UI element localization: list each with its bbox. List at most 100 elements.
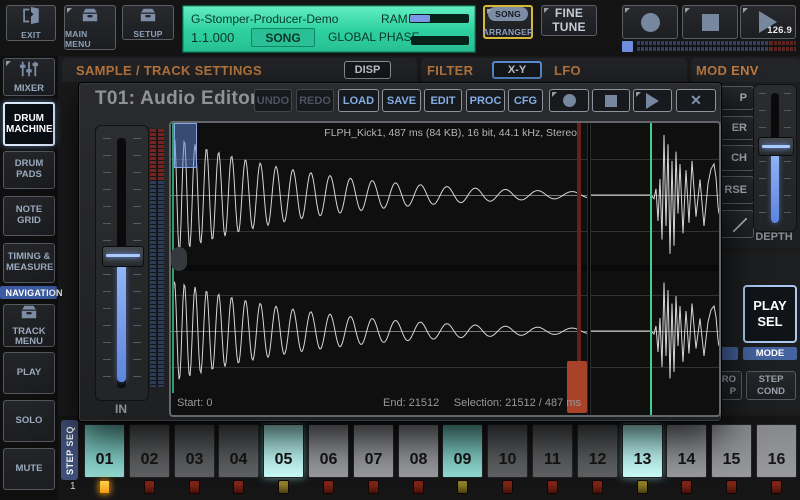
step-15[interactable]: 15	[711, 424, 752, 478]
redo-button[interactable]: REDO	[296, 89, 334, 112]
curve-icon	[733, 218, 747, 232]
sidebar-item-timing-measure[interactable]: TIMING & MEASURE	[3, 243, 55, 283]
fine-tune-button[interactable]: FINE TUNE	[541, 5, 597, 36]
step-number: 07	[365, 451, 383, 469]
play-sel-button[interactable]: PLAY SEL	[743, 285, 797, 343]
disp-button[interactable]: DISP	[344, 61, 391, 79]
dialog-close-button[interactable]: ✕	[676, 89, 716, 112]
depth-fader[interactable]	[753, 84, 797, 232]
play-sel-label: PLAY SEL	[750, 298, 790, 329]
sidebar-item-label: SOLO	[6, 416, 52, 427]
dialog-stop-button[interactable]	[592, 89, 630, 112]
step-12[interactable]: 12	[577, 424, 618, 478]
xy-button[interactable]: X-Y	[492, 61, 542, 79]
edit-button[interactable]: EDIT	[424, 89, 462, 112]
stop-icon	[605, 95, 617, 107]
depth-fader-handle[interactable]	[758, 137, 794, 156]
step-06[interactable]: 06	[308, 424, 349, 478]
step-pad-icon-15[interactable]	[726, 480, 737, 494]
step-09[interactable]: 09	[442, 424, 483, 478]
record-icon	[563, 94, 576, 107]
step-pad-icon-14[interactable]	[681, 480, 692, 494]
waveform-panel[interactable]: FLPH_Kick1, 487 ms (84 KB), 16 bit, 44.1…	[169, 121, 721, 417]
step-01[interactable]: 01	[84, 424, 125, 478]
step-08[interactable]: 08	[398, 424, 439, 478]
audio-editor-dialog: T01: Audio Editor UNDOREDOLOADSAVEEDITPR…	[78, 82, 722, 422]
step-14[interactable]: 14	[666, 424, 707, 478]
in-fader-handle[interactable]	[102, 246, 144, 267]
step-03[interactable]: 03	[174, 424, 215, 478]
global-phase-meter	[411, 36, 469, 45]
step-07[interactable]: 07	[353, 424, 394, 478]
step-pad-icon-07[interactable]	[368, 480, 379, 494]
step-pad-icon-16[interactable]	[771, 480, 782, 494]
step-13[interactable]: 13	[622, 424, 663, 478]
micro-step-label: RO P	[720, 374, 736, 398]
step-02[interactable]: 02	[129, 424, 170, 478]
step-pad-icon-10[interactable]	[502, 480, 513, 494]
step-pad-icon-06[interactable]	[323, 480, 334, 494]
step-pad-icon-05[interactable]	[278, 480, 289, 494]
lcd-phase-label: GLOBAL PHASE	[328, 30, 420, 44]
step-pad-icon-01[interactable]	[99, 480, 110, 494]
undo-button[interactable]: UNDO	[254, 89, 292, 112]
dialog-title: T01: Audio Editor	[95, 88, 258, 110]
zoom-rect[interactable]	[174, 123, 197, 168]
dialog-record-button[interactable]	[549, 89, 589, 112]
step-pad-icon-04[interactable]	[233, 480, 244, 494]
in-fader[interactable]	[95, 125, 149, 401]
waveform-zoom-right	[591, 269, 719, 393]
main-menu-button[interactable]: MAIN MENU	[64, 5, 116, 50]
dialog-play-button[interactable]	[633, 89, 672, 112]
step-pad-icon-02[interactable]	[144, 480, 155, 494]
step-number: 05	[275, 451, 293, 469]
main-menu-label: MAIN MENU	[65, 29, 115, 49]
step-pad-icon-11[interactable]	[547, 480, 558, 494]
setup-button[interactable]: SETUP	[122, 5, 174, 40]
save-button[interactable]: SAVE	[382, 89, 421, 112]
mixer-icon	[17, 60, 41, 82]
step-pad-icon-12[interactable]	[592, 480, 603, 494]
selection-start-value: Start: 0	[177, 397, 212, 409]
level-meter	[150, 129, 164, 387]
play-button[interactable]: 126.9	[740, 5, 796, 39]
sample-info: FLPH_Kick1, 487 ms (84 KB), 16 bit, 44.1…	[324, 127, 577, 139]
arranger-label: ARRANGER	[483, 27, 534, 37]
step-pad-icon-13[interactable]	[637, 480, 648, 494]
sidebar-item-drum-machine[interactable]: DRUM MACHINE	[3, 102, 55, 146]
record-button[interactable]	[622, 5, 678, 39]
step-pad-icon-09[interactable]	[457, 480, 468, 494]
lcd-mode-label: SONG	[265, 31, 300, 45]
step-04[interactable]: 04	[218, 424, 259, 478]
sidebar-item-solo[interactable]: SOLO	[3, 400, 55, 442]
page-number: 1	[70, 481, 76, 492]
sidebar-item-label: DRUM PADS	[6, 159, 52, 181]
step-pad-icon-03[interactable]	[189, 480, 200, 494]
sidebar-item-note-grid[interactable]: NOTE GRID	[3, 196, 55, 236]
step-16[interactable]: 16	[756, 424, 797, 478]
step-cond-button[interactable]: STEP COND	[746, 371, 796, 400]
sidebar-item-mixer[interactable]: MIXER	[3, 58, 55, 96]
sidebar-item-play[interactable]: PLAY	[3, 352, 55, 394]
step-10[interactable]: 10	[487, 424, 528, 478]
step-11[interactable]: 11	[532, 424, 573, 478]
load-button[interactable]: LOAD	[338, 89, 379, 112]
exit-button[interactable]: EXIT	[6, 5, 56, 41]
scrollbar-thumb[interactable]	[171, 247, 187, 271]
step-number: 02	[141, 451, 159, 469]
depth-label: DEPTH	[748, 231, 800, 243]
step-number: 12	[589, 451, 607, 469]
proc-button[interactable]: PROC	[466, 89, 505, 112]
cfg-button[interactable]: CFG	[508, 89, 543, 112]
step-05[interactable]: 05	[263, 424, 304, 478]
zoom-start-marker[interactable]	[650, 123, 652, 415]
sidebar-item-track-menu[interactable]: TRACK MENU	[3, 304, 55, 347]
sidebar-item-drum-pads[interactable]: DRUM PADS	[3, 151, 55, 189]
step-pad-icon-08[interactable]	[413, 480, 424, 494]
song-arranger-button[interactable]: SONG ARRANGER	[483, 5, 533, 39]
stop-button[interactable]	[682, 5, 738, 39]
song-position-bar[interactable]	[622, 41, 796, 53]
fine-tune-label: FINE TUNE	[552, 6, 586, 35]
sidebar-item-label: NAVIGATION	[6, 288, 52, 298]
sidebar-item-mute[interactable]: MUTE	[3, 448, 55, 490]
